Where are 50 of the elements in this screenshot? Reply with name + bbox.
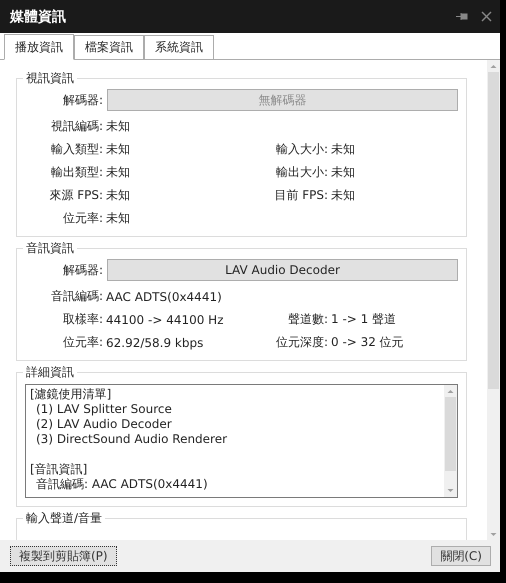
decoder-button[interactable]: LAV Audio Decoder [107,259,458,281]
group-title: 音訊資訊 [25,240,75,257]
field-value: 未知 [106,164,131,181]
group-title: 視訊資訊 [25,70,75,87]
scroll-bar[interactable] [487,60,500,540]
window-title: 媒體資訊 [10,8,67,26]
field-label: 來源 FPS: [48,187,103,204]
field-label: 音訊編碼: [50,288,103,305]
field-value: 未知 [331,164,356,181]
field-label: 輸出類型: [50,164,103,181]
details-text-box[interactable]: [濾鏡使用清單] (1) LAV Splitter Source (2) LAV Audio Decoder (3) DirectSound Audio Renderer [音訊資訊] 音訊編碼: AAC ADTS(0x4441) [25,384,458,498]
field-label: 位元率: [62,334,103,351]
field-label: 目前 FPS: [273,187,328,204]
field-label: 取樣率: [62,311,103,328]
field-label: 解碼器: [62,92,103,108]
copy-to-clipboard-button[interactable]: 複製到剪貼簿(P) [10,546,117,566]
field-value: 62.92/58.9 kbps [106,336,204,350]
field-value: 0 -> 32 位元 [331,334,405,351]
details-line: (1) LAV Splitter Source [35,402,173,417]
close-icon[interactable] [481,11,492,22]
field-label: 解碼器: [62,262,103,278]
field-value: 未知 [106,141,131,158]
field-value: 44100 -> 44100 Hz [106,312,224,326]
field-label: 輸入大小: [274,141,328,158]
close-button[interactable]: 關閉(C) [431,546,491,566]
tab[interactable]: 檔案資訊 [74,35,144,59]
details-line: 音訊編碼: AAC ADTS(0x4441) [35,477,209,492]
field-value: 未知 [331,141,356,158]
field-label: 聲道數: [286,311,328,328]
tab[interactable]: 系統資訊 [144,35,214,59]
field-value: 1 -> 1 聲道 [331,311,398,328]
field-value: 未知 [331,187,356,204]
scroll-bar[interactable] [444,385,457,497]
field-label: 位元深度: [274,334,328,351]
field-label: 位元率: [62,210,103,227]
details-line: (3) DirectSound Audio Renderer [35,432,228,447]
details-line: [音訊資訊] [30,462,88,477]
field-label: 輸出大小: [274,164,328,181]
field-value: AAC ADTS(0x4441) [106,290,223,304]
field-value: 未知 [106,210,131,227]
group-title: 輸入聲道/音量 [25,510,104,527]
pin-icon[interactable] [456,12,469,21]
tab[interactable]: 播放資訊 [4,34,74,60]
field-label: 輸入類型: [50,141,103,158]
field-value: 未知 [106,187,131,204]
field-value: 未知 [106,118,131,135]
group-title: 詳細資訊 [25,364,75,381]
details-line: [濾鏡使用清單] [30,387,112,402]
details-line: (2) LAV Audio Decoder [35,417,173,432]
field-label: 視訊編碼: [50,118,103,135]
